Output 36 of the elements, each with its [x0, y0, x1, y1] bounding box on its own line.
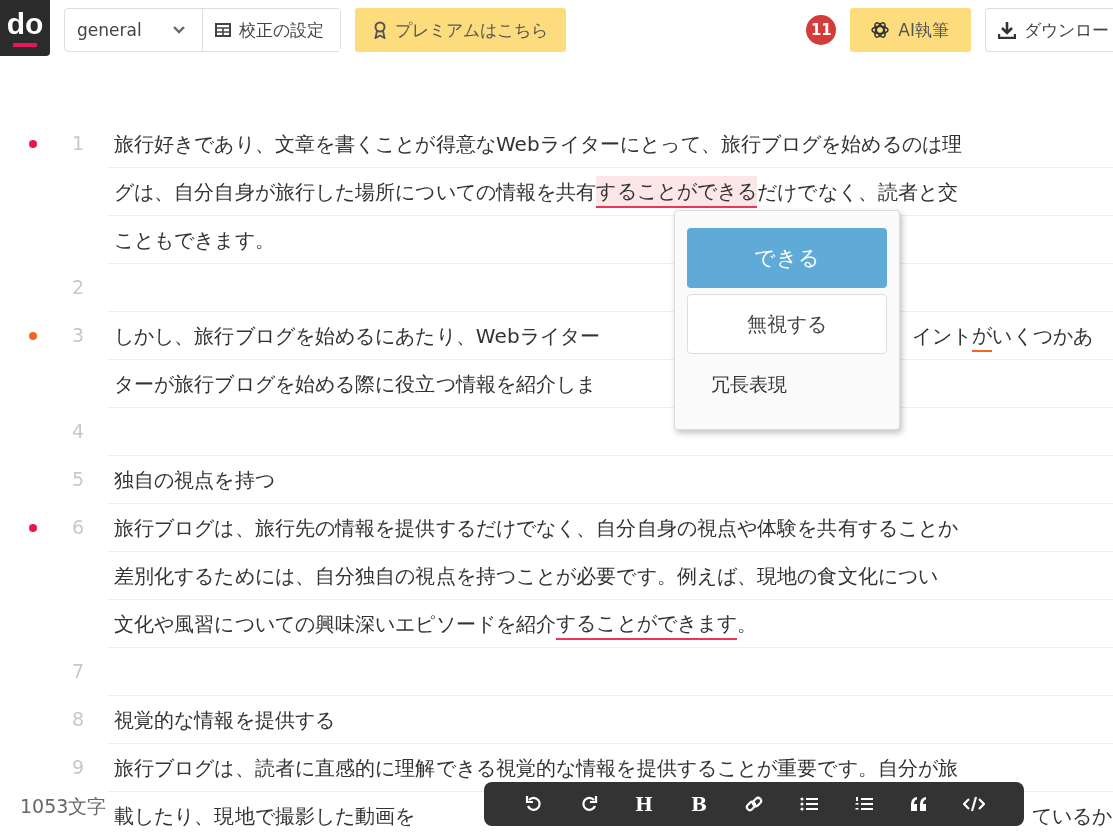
text-line: グは、自分自身が旅行した場所についての情報を共有 — [114, 178, 597, 206]
premium-button[interactable]: プレミアムはこちら — [354, 8, 566, 52]
flagged-phrase: が — [972, 319, 993, 352]
text-line: 文化や風習についての興味深いエピソードを紹介 — [114, 610, 557, 638]
text-line: ターが旅行ブログを始める際に役立つ情報を紹介しま — [114, 370, 597, 398]
text-line: こともできます。 — [114, 226, 275, 254]
text-line: 載したり、現地で撮影した動画を — [114, 802, 416, 830]
issue-category: 冗長表現 — [710, 372, 788, 397]
text-line: 視覚的な情報を提供する — [114, 706, 336, 734]
download-icon — [998, 21, 1016, 39]
download-button[interactable]: ダウンロー — [985, 8, 1113, 52]
text-line: 旅行ブログは、旅行先の情報を提供するだけでなく、自分自身の視点や体験を共有することか — [114, 514, 959, 542]
character-count: 1053文字 — [20, 794, 107, 819]
text-line: 旅行好きであり、文章を書くことが得意なWebライターにとって、旅行ブログを始めるのは理 — [114, 130, 962, 158]
text-line: 差別化するためには、自分独自の視点を持つことが必要です。例えば、現地の食文化につい — [114, 562, 939, 590]
text-line: いくつかあ — [992, 322, 1093, 350]
logo: do — [0, 0, 50, 56]
flagged-phrase: することができる — [596, 175, 758, 208]
text-line: だけでなく、読者と交 — [757, 178, 959, 206]
flagged-phrase: することができます — [556, 607, 738, 640]
text-line: ているか — [1032, 802, 1113, 830]
mode-select[interactable]: general — [65, 9, 203, 51]
ai-writing-button[interactable]: AI執筆 — [850, 8, 971, 52]
notification-badge: 11 — [806, 15, 837, 45]
knot-icon — [870, 20, 891, 40]
chevron-down-icon — [171, 25, 186, 35]
ignore-button[interactable]: 無視する — [687, 294, 887, 354]
award-icon — [372, 21, 387, 39]
bold-button[interactable]: B — [676, 787, 722, 821]
heading-button[interactable]: H — [621, 787, 667, 821]
text-line: 独自の視点を持つ — [114, 466, 275, 494]
text-line: しかし、旅行ブログを始めるにあたり、Webライター — [114, 322, 601, 350]
text-line: 旅行ブログは、読者に直感的に理解できる視覚的な情報を提供することが重要です。自分が旅 — [114, 754, 959, 782]
text-line: 。 — [737, 610, 758, 638]
table-icon — [214, 23, 231, 37]
text-line: イント — [912, 322, 973, 350]
